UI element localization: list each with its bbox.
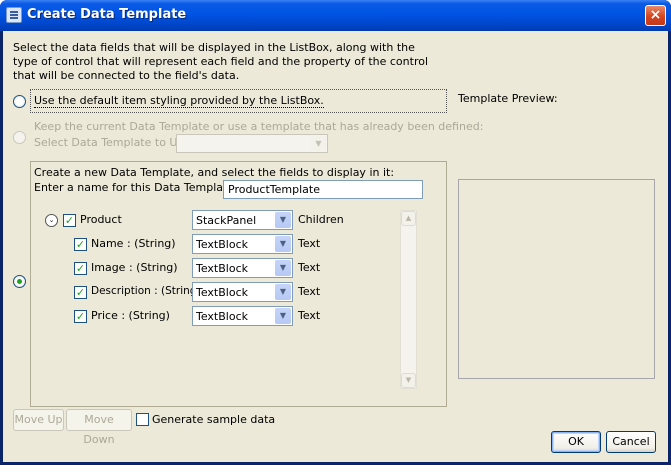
checkbox-product[interactable]: ✓ [63, 214, 76, 227]
control-value: TextBlock [196, 310, 248, 323]
scroll-down-icon[interactable]: ▼ [401, 373, 416, 388]
property-label: Text [298, 285, 321, 298]
checkbox-image[interactable]: ✓ [74, 262, 87, 275]
select-template-label: Select Data Template to Use: [34, 136, 194, 149]
move-down-button[interactable]: Move Down [66, 409, 132, 446]
chevron-down-icon: ▼ [275, 236, 291, 252]
radio-create-new[interactable] [13, 275, 26, 288]
template-preview-label: Template Preview: [458, 92, 558, 105]
move-up-button[interactable]: Move Up [13, 409, 64, 431]
property-label: Text [298, 261, 321, 274]
template-preview-area [458, 179, 655, 379]
radio-default-styling[interactable] [13, 95, 26, 108]
dialog-window: Create Data Template × Select the data f… [0, 0, 671, 465]
control-combo-name[interactable]: TextBlock ▼ [192, 234, 293, 254]
control-combo-description[interactable]: TextBlock ▼ [192, 282, 293, 302]
scroll-up-icon[interactable]: ▲ [401, 211, 416, 226]
tree-row-field: ✓ Image : (String) TextBlock ▼ Text [41, 257, 401, 279]
radio-keep-current[interactable] [13, 131, 26, 144]
tree-row-root: ⌄ ✓ Product StackPanel ▼ Children [41, 209, 401, 231]
ok-button[interactable]: OK [551, 431, 601, 453]
checkbox-description[interactable]: ✓ [74, 286, 87, 299]
cancel-button[interactable]: Cancel [606, 431, 656, 453]
keep-current-label: Keep the current Data Template or use a … [34, 120, 484, 133]
default-styling-label[interactable]: Use the default item styling provided by… [34, 94, 324, 108]
control-combo-price[interactable]: TextBlock ▼ [192, 306, 293, 326]
field-label: Image : (String) [91, 261, 178, 274]
dialog-icon [6, 7, 22, 23]
title-bar[interactable]: Create Data Template × [0, 0, 671, 31]
generate-sample-checkbox[interactable] [136, 413, 149, 426]
dialog-client: Select the data fields that will be disp… [3, 31, 668, 462]
close-button[interactable]: × [645, 5, 666, 26]
window-title: Create Data Template [27, 7, 187, 22]
field-tree: ⌄ ✓ Product StackPanel ▼ Children ✓ Name… [41, 209, 401, 389]
field-label-product: Product [80, 213, 122, 226]
expand-collapse-icon[interactable]: ⌄ [45, 214, 58, 227]
create-new-label: Create a new Data Template, and select t… [34, 166, 395, 179]
property-label: Text [298, 309, 321, 322]
checkbox-price[interactable]: ✓ [74, 310, 87, 323]
checkbox-name[interactable]: ✓ [74, 238, 87, 251]
chevron-down-icon: ▼ [275, 260, 291, 276]
chevron-down-icon: ▼ [275, 308, 291, 324]
control-value: TextBlock [196, 286, 248, 299]
field-label: Price : (String) [91, 309, 170, 322]
tree-row-field: ✓ Name : (String) TextBlock ▼ Text [41, 233, 401, 255]
instructions-text: Select the data fields that will be disp… [13, 41, 429, 82]
control-value: TextBlock [196, 262, 248, 275]
chevron-down-icon: ▼ [275, 212, 291, 228]
field-label: Description : (String) [91, 285, 201, 297]
template-name-input[interactable]: ProductTemplate [223, 180, 423, 199]
tree-row-field: ✓ Description : (String) TextBlock ▼ Tex… [41, 281, 401, 303]
control-combo-product[interactable]: StackPanel ▼ [192, 210, 293, 230]
field-label: Name : (String) [91, 237, 176, 250]
chevron-down-icon: ▼ [311, 136, 326, 151]
generate-sample-label[interactable]: Generate sample data [152, 413, 275, 426]
close-icon: × [649, 7, 662, 23]
control-value: TextBlock [196, 238, 248, 251]
tree-scrollbar[interactable]: ▲ ▼ [400, 210, 417, 389]
property-label: Text [298, 237, 321, 250]
control-value: StackPanel [196, 214, 257, 227]
property-label-product: Children [298, 213, 344, 226]
chevron-down-icon: ▼ [275, 284, 291, 300]
template-name-label: Enter a name for this Data Template: [34, 181, 238, 194]
control-combo-image[interactable]: TextBlock ▼ [192, 258, 293, 278]
select-template-combo[interactable]: ▼ [176, 134, 328, 153]
tree-row-field: ✓ Price : (String) TextBlock ▼ Text [41, 305, 401, 327]
